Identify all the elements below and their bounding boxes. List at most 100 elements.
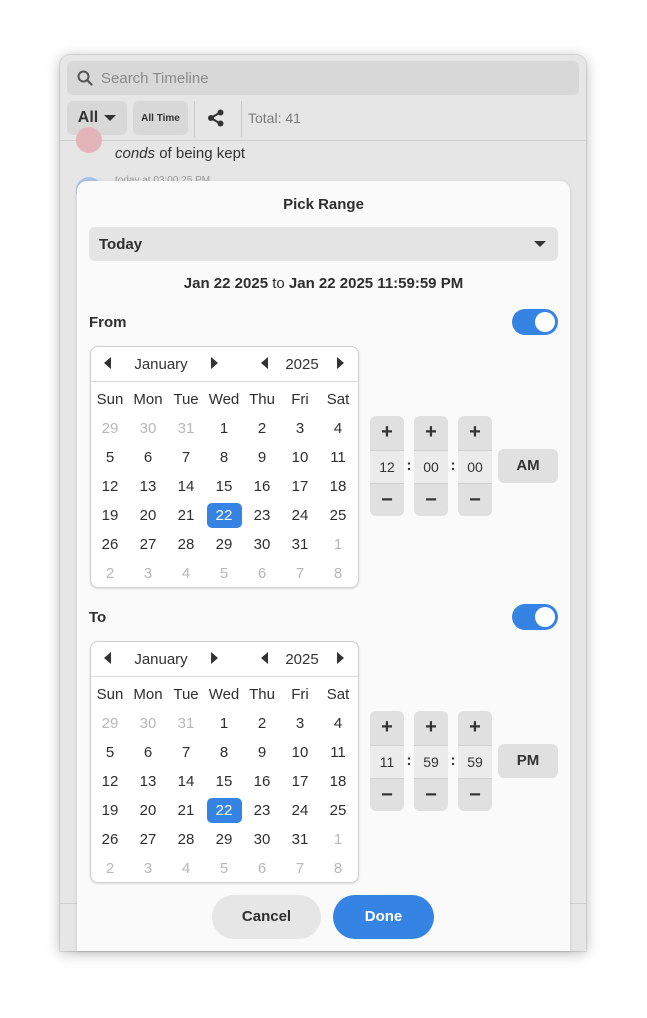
increment-button[interactable]: +: [458, 416, 492, 448]
calendar-day[interactable]: 31: [167, 715, 205, 732]
calendar-day[interactable]: 3: [129, 860, 167, 877]
calendar-day[interactable]: 5: [91, 449, 129, 466]
from-second-value[interactable]: 00: [458, 450, 492, 484]
cancel-button[interactable]: Cancel: [212, 895, 321, 939]
calendar-day[interactable]: 30: [243, 536, 281, 553]
calendar-day[interactable]: 25: [319, 507, 357, 524]
search-input[interactable]: [99, 68, 503, 88]
calendar-day[interactable]: 31: [281, 536, 319, 553]
calendar-day[interactable]: 6: [129, 744, 167, 761]
calendar-day[interactable]: 20: [129, 802, 167, 819]
calendar-day[interactable]: 28: [167, 831, 205, 848]
calendar-day[interactable]: 4: [319, 420, 357, 437]
calendar-day[interactable]: 30: [129, 420, 167, 437]
calendar-day[interactable]: 15: [205, 478, 243, 495]
calendar-day[interactable]: 5: [205, 860, 243, 877]
decrement-button[interactable]: −: [414, 484, 448, 516]
next-month-icon[interactable]: [211, 652, 218, 664]
calendar-day[interactable]: 14: [167, 478, 205, 495]
calendar-day[interactable]: 1: [319, 831, 357, 848]
increment-button[interactable]: +: [370, 711, 404, 743]
from-toggle[interactable]: [512, 309, 558, 335]
calendar-day[interactable]: 12: [91, 478, 129, 495]
calendar-day[interactable]: 28: [167, 536, 205, 553]
calendar-day[interactable]: 29: [205, 536, 243, 553]
calendar-day[interactable]: 27: [129, 536, 167, 553]
calendar-day[interactable]: 16: [243, 478, 281, 495]
prev-month-icon[interactable]: [104, 357, 111, 369]
calendar-day[interactable]: 29: [91, 420, 129, 437]
calendar-day[interactable]: 19: [91, 507, 129, 524]
calendar-day[interactable]: 14: [167, 773, 205, 790]
calendar-day[interactable]: 4: [167, 860, 205, 877]
calendar-day[interactable]: 2: [91, 860, 129, 877]
calendar-day[interactable]: 21: [167, 802, 205, 819]
next-year-icon[interactable]: [337, 652, 344, 664]
calendar-day[interactable]: 29: [205, 831, 243, 848]
from-hour-value[interactable]: 12: [370, 450, 404, 484]
calendar-day[interactable]: 8: [205, 449, 243, 466]
calendar-day[interactable]: 8: [205, 744, 243, 761]
calendar-day[interactable]: 7: [281, 860, 319, 877]
calendar-day[interactable]: 21: [167, 507, 205, 524]
to-ampm-button[interactable]: PM: [498, 744, 558, 778]
calendar-day[interactable]: 9: [243, 744, 281, 761]
calendar-day[interactable]: 30: [129, 715, 167, 732]
decrement-button[interactable]: −: [458, 779, 492, 811]
time-filter-button[interactable]: All Time: [133, 101, 188, 135]
increment-button[interactable]: +: [370, 416, 404, 448]
done-button[interactable]: Done: [333, 895, 434, 939]
calendar-day-selected[interactable]: 22: [205, 503, 243, 528]
calendar-day[interactable]: 26: [91, 536, 129, 553]
calendar-day[interactable]: 7: [167, 449, 205, 466]
from-ampm-button[interactable]: AM: [498, 449, 558, 483]
calendar-day[interactable]: 13: [129, 773, 167, 790]
calendar-day[interactable]: 11: [319, 449, 357, 466]
calendar-day[interactable]: 12: [91, 773, 129, 790]
decrement-button[interactable]: −: [414, 779, 448, 811]
calendar-day[interactable]: 25: [319, 802, 357, 819]
decrement-button[interactable]: −: [458, 484, 492, 516]
increment-button[interactable]: +: [414, 711, 448, 743]
prev-year-icon[interactable]: [261, 357, 268, 369]
calendar-day[interactable]: 2: [243, 715, 281, 732]
calendar-day[interactable]: 17: [281, 773, 319, 790]
prev-year-icon[interactable]: [261, 652, 268, 664]
calendar-day[interactable]: 24: [281, 507, 319, 524]
calendar-day[interactable]: 1: [205, 715, 243, 732]
calendar-day[interactable]: 31: [167, 420, 205, 437]
increment-button[interactable]: +: [458, 711, 492, 743]
calendar-day[interactable]: 13: [129, 478, 167, 495]
calendar-day[interactable]: 10: [281, 744, 319, 761]
calendar-day[interactable]: 19: [91, 802, 129, 819]
calendar-day[interactable]: 16: [243, 773, 281, 790]
share-icon[interactable]: [207, 109, 225, 127]
calendar-day[interactable]: 23: [243, 802, 281, 819]
calendar-day[interactable]: 6: [129, 449, 167, 466]
calendar-day[interactable]: 30: [243, 831, 281, 848]
calendar-day[interactable]: 4: [167, 565, 205, 582]
decrement-button[interactable]: −: [370, 779, 404, 811]
calendar-day[interactable]: 29: [91, 715, 129, 732]
to-hour-value[interactable]: 11: [370, 745, 404, 779]
from-minute-value[interactable]: 00: [414, 450, 448, 484]
calendar-day[interactable]: 24: [281, 802, 319, 819]
calendar-day[interactable]: 10: [281, 449, 319, 466]
calendar-day[interactable]: 15: [205, 773, 243, 790]
calendar-day[interactable]: 18: [319, 478, 357, 495]
calendar-day[interactable]: 5: [205, 565, 243, 582]
calendar-day[interactable]: 4: [319, 715, 357, 732]
calendar-day[interactable]: 6: [243, 565, 281, 582]
calendar-day[interactable]: 9: [243, 449, 281, 466]
calendar-day[interactable]: 5: [91, 744, 129, 761]
calendar-day[interactable]: 23: [243, 507, 281, 524]
calendar-day[interactable]: 3: [281, 715, 319, 732]
calendar-day[interactable]: 27: [129, 831, 167, 848]
calendar-day[interactable]: 3: [129, 565, 167, 582]
calendar-day[interactable]: 7: [167, 744, 205, 761]
next-month-icon[interactable]: [211, 357, 218, 369]
calendar-day[interactable]: 20: [129, 507, 167, 524]
calendar-day[interactable]: 1: [205, 420, 243, 437]
decrement-button[interactable]: −: [370, 484, 404, 516]
calendar-day[interactable]: 3: [281, 420, 319, 437]
